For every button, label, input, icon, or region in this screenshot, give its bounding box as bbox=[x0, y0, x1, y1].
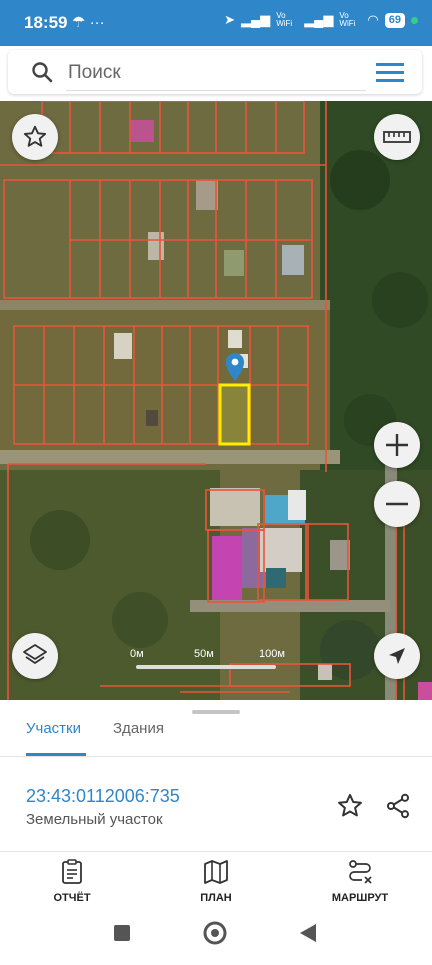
map-scale: 0м 50м 100м bbox=[130, 648, 290, 678]
navigation-arrow-icon bbox=[389, 648, 405, 664]
parcel-type: Земельный участок bbox=[26, 811, 163, 828]
star-outline-icon bbox=[338, 793, 362, 817]
nav-plan-label: ПЛАН bbox=[200, 892, 232, 904]
recent-apps-icon[interactable] bbox=[114, 925, 130, 941]
zoom-out-button[interactable] bbox=[374, 481, 420, 527]
nav-report[interactable]: ОТЧЁТ bbox=[12, 859, 132, 904]
map-imagery bbox=[0, 101, 432, 700]
vowifi-label-2: Vo WiFi bbox=[339, 11, 356, 28]
tab-parcels[interactable]: Участки bbox=[26, 720, 81, 737]
scale-bar bbox=[136, 665, 276, 669]
wifi-icon: ◠ bbox=[367, 12, 379, 27]
plus-icon bbox=[386, 434, 408, 456]
scale-label-50: 50м bbox=[194, 648, 214, 660]
search-icon[interactable] bbox=[30, 60, 54, 89]
my-location-button[interactable] bbox=[374, 633, 420, 679]
report-icon bbox=[62, 859, 82, 884]
map-plan-icon bbox=[204, 860, 228, 884]
system-navigation-bar bbox=[0, 911, 432, 960]
nav-route-label: МАРШРУТ bbox=[331, 892, 389, 904]
share-button[interactable] bbox=[384, 792, 412, 825]
scale-label-100: 100м bbox=[259, 648, 285, 660]
hamburger-menu-icon[interactable] bbox=[376, 62, 404, 87]
location-arrow-icon: ➤ bbox=[224, 12, 235, 27]
scale-label-0: 0м bbox=[130, 648, 144, 660]
sheet-drag-handle[interactable] bbox=[192, 710, 240, 714]
home-icon-dot bbox=[211, 929, 219, 937]
privacy-dot-icon bbox=[411, 16, 418, 24]
tab-divider bbox=[0, 756, 432, 757]
zoom-in-button[interactable] bbox=[374, 422, 420, 468]
nav-route[interactable]: МАРШРУТ bbox=[300, 859, 420, 904]
search-input[interactable] bbox=[66, 57, 370, 89]
layers-button[interactable] bbox=[12, 633, 58, 679]
favorites-star-button[interactable] bbox=[12, 114, 58, 160]
search-underline bbox=[66, 90, 366, 91]
parcel-info-sheet: Участки Здания 23:43:0112006:735 Земельн… bbox=[0, 700, 432, 852]
battery-icon: 69 bbox=[384, 12, 405, 28]
layers-icon bbox=[23, 644, 47, 664]
status-time: 18:59 bbox=[24, 13, 68, 32]
route-icon bbox=[349, 860, 372, 884]
ruler-button[interactable] bbox=[374, 114, 420, 160]
add-to-favorites-button[interactable] bbox=[336, 792, 364, 825]
vowifi-label-1: Vo WiFi bbox=[276, 11, 293, 28]
parcel-cadastral-number[interactable]: 23:43:0112006:735 bbox=[26, 786, 180, 807]
bottom-navigation: ОТЧЁТ ПЛАН МАРШРУТ bbox=[0, 853, 432, 911]
back-icon[interactable] bbox=[300, 924, 316, 942]
tab-buildings[interactable]: Здания bbox=[113, 720, 164, 737]
minus-icon bbox=[386, 502, 408, 506]
cell-signal-icon: ▂▄▆ bbox=[240, 12, 271, 27]
share-icon bbox=[386, 793, 410, 819]
satellite-map[interactable]: 0м 50м 100м bbox=[0, 101, 432, 700]
status-right-icons: ➤ ▂▄▆ Vo WiFi ▂▄▆ Vo WiFi ◠ 69 bbox=[224, 12, 418, 28]
ruler-icon bbox=[383, 131, 411, 143]
status-bar: 18:59 ☂ ··· ➤ ▂▄▆ Vo WiFi ▂▄▆ Vo WiFi ◠ … bbox=[0, 0, 432, 46]
search-bar bbox=[8, 50, 422, 94]
sheet-bottom-divider bbox=[0, 851, 432, 852]
nav-report-label: ОТЧЁТ bbox=[53, 892, 91, 904]
status-notification-icons: ☂ ··· bbox=[72, 14, 105, 31]
selected-parcel[interactable] bbox=[218, 383, 251, 446]
star-outline-icon bbox=[23, 125, 47, 147]
cell-signal-icon-2: ▂▄▆ bbox=[304, 12, 334, 27]
nav-plan[interactable]: ПЛАН bbox=[156, 859, 276, 904]
